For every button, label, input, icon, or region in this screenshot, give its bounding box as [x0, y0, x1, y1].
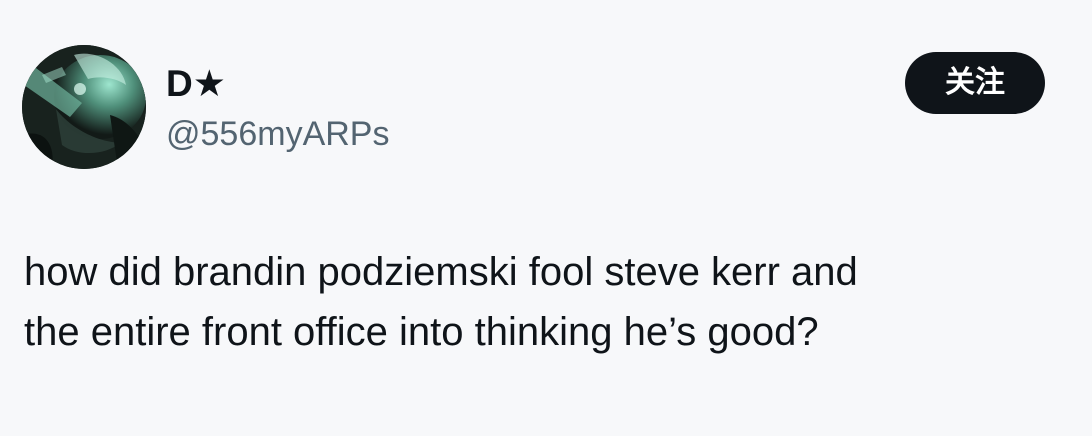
tweet-text-line: how did brandin podziemski fool steve ke… — [24, 250, 858, 294]
avatar[interactable] — [22, 45, 146, 169]
follow-button[interactable]: 关注 — [905, 52, 1045, 114]
author-handle[interactable]: @556myARPs — [166, 112, 389, 156]
profile-photo-icon — [22, 45, 146, 169]
tweet-text-line: the entire front office into thinking he… — [24, 310, 819, 354]
tweet-text: how did brandin podziemski fool steve ke… — [24, 242, 1074, 362]
tweet-card: D★ @556myARPs 关注 how did brandin podziem… — [0, 0, 1092, 436]
author-display-name[interactable]: D★ — [166, 62, 226, 106]
